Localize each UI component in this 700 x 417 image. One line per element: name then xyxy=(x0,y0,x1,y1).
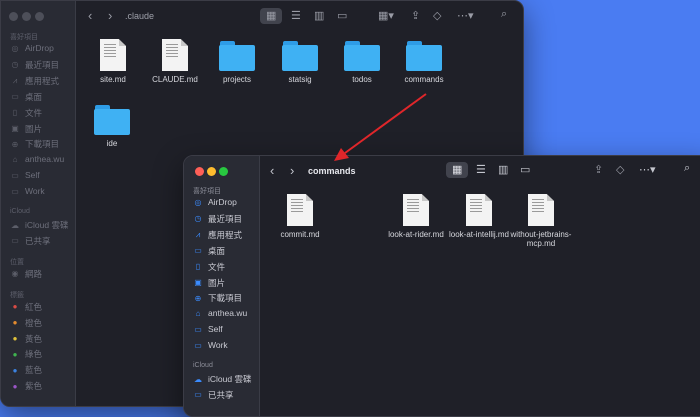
arrow-head xyxy=(334,148,349,161)
arrow-shaft xyxy=(344,93,427,154)
annotation-arrow xyxy=(334,93,427,161)
